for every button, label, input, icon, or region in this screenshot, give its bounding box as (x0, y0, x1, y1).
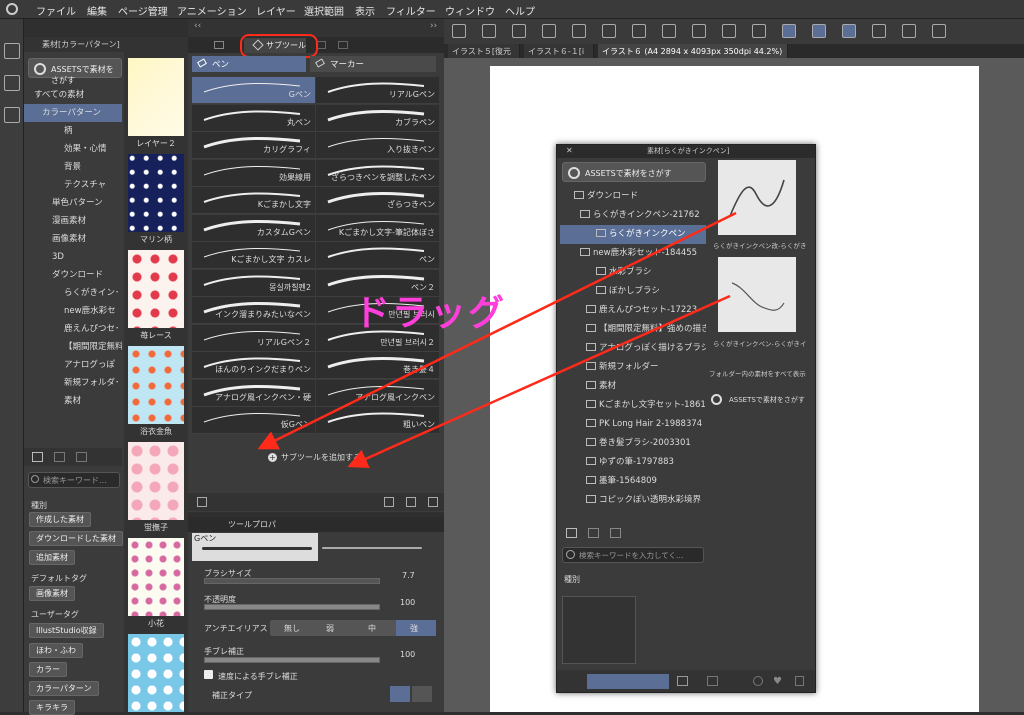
drag-arrow-1 (257, 211, 737, 450)
drag-arrows (257, 211, 737, 469)
drag-arrow-2 (347, 294, 731, 469)
